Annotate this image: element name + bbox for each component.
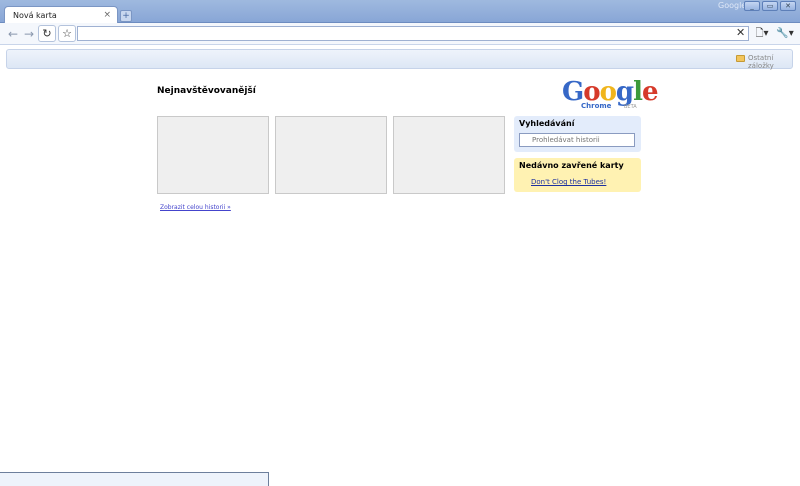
- forward-icon[interactable]: →: [21, 26, 37, 42]
- close-window-button[interactable]: ✕: [780, 1, 796, 11]
- history-search-input[interactable]: [519, 133, 635, 147]
- recently-closed-item[interactable]: Don't Clog the Tubes!: [531, 178, 606, 186]
- logo-subtitle: Chrome: [581, 102, 612, 110]
- minimize-button[interactable]: _: [744, 1, 760, 11]
- clear-icon[interactable]: ✕: [736, 26, 745, 39]
- reload-button[interactable]: ↻: [38, 25, 56, 42]
- logo-beta-badge: BETA: [624, 104, 637, 110]
- address-bar[interactable]: [77, 26, 749, 41]
- status-bar: [0, 472, 269, 486]
- search-panel: Vyhledávání: [514, 116, 641, 152]
- most-visited-thumbnail[interactable]: [393, 116, 505, 194]
- page-menu-icon[interactable]: 🗋▾: [752, 26, 772, 42]
- tools-menu-icon[interactable]: 🔧▾: [775, 26, 795, 42]
- tab-close-icon[interactable]: ×: [103, 10, 111, 20]
- back-icon[interactable]: ←: [5, 26, 21, 42]
- most-visited-title: Nejnavštěvovanější: [157, 86, 256, 96]
- title-bar: Nová karta × + Google _ ▭ ✕: [0, 0, 800, 24]
- folder-icon[interactable]: [736, 55, 745, 62]
- show-full-history-link[interactable]: Zobrazit celou historii »: [160, 204, 231, 211]
- tab-title: Nová karta: [13, 11, 57, 20]
- google-chrome-logo: Google Chrome BETA: [561, 78, 659, 112]
- new-tab-button[interactable]: +: [120, 10, 132, 22]
- search-title: Vyhledávání: [519, 119, 575, 128]
- recently-closed-panel: Nedávno zavřené karty Don't Clog the Tub…: [514, 158, 641, 192]
- window-app-label: Google: [718, 1, 747, 10]
- tab-new-tab[interactable]: Nová karta ×: [4, 6, 118, 24]
- other-bookmarks-link[interactable]: Ostatní záložky: [748, 54, 792, 70]
- bookmarks-bar: Ostatní záložky: [6, 49, 793, 70]
- most-visited-thumbnail[interactable]: [157, 116, 269, 194]
- most-visited-thumbnail[interactable]: [275, 116, 387, 194]
- recently-closed-title: Nedávno zavřené karty: [519, 161, 624, 170]
- star-icon[interactable]: ☆: [58, 25, 76, 42]
- restore-button[interactable]: ▭: [762, 1, 778, 11]
- toolbar: ← → ↻ ☆ ✕ 🗋▾ 🔧▾: [0, 23, 800, 45]
